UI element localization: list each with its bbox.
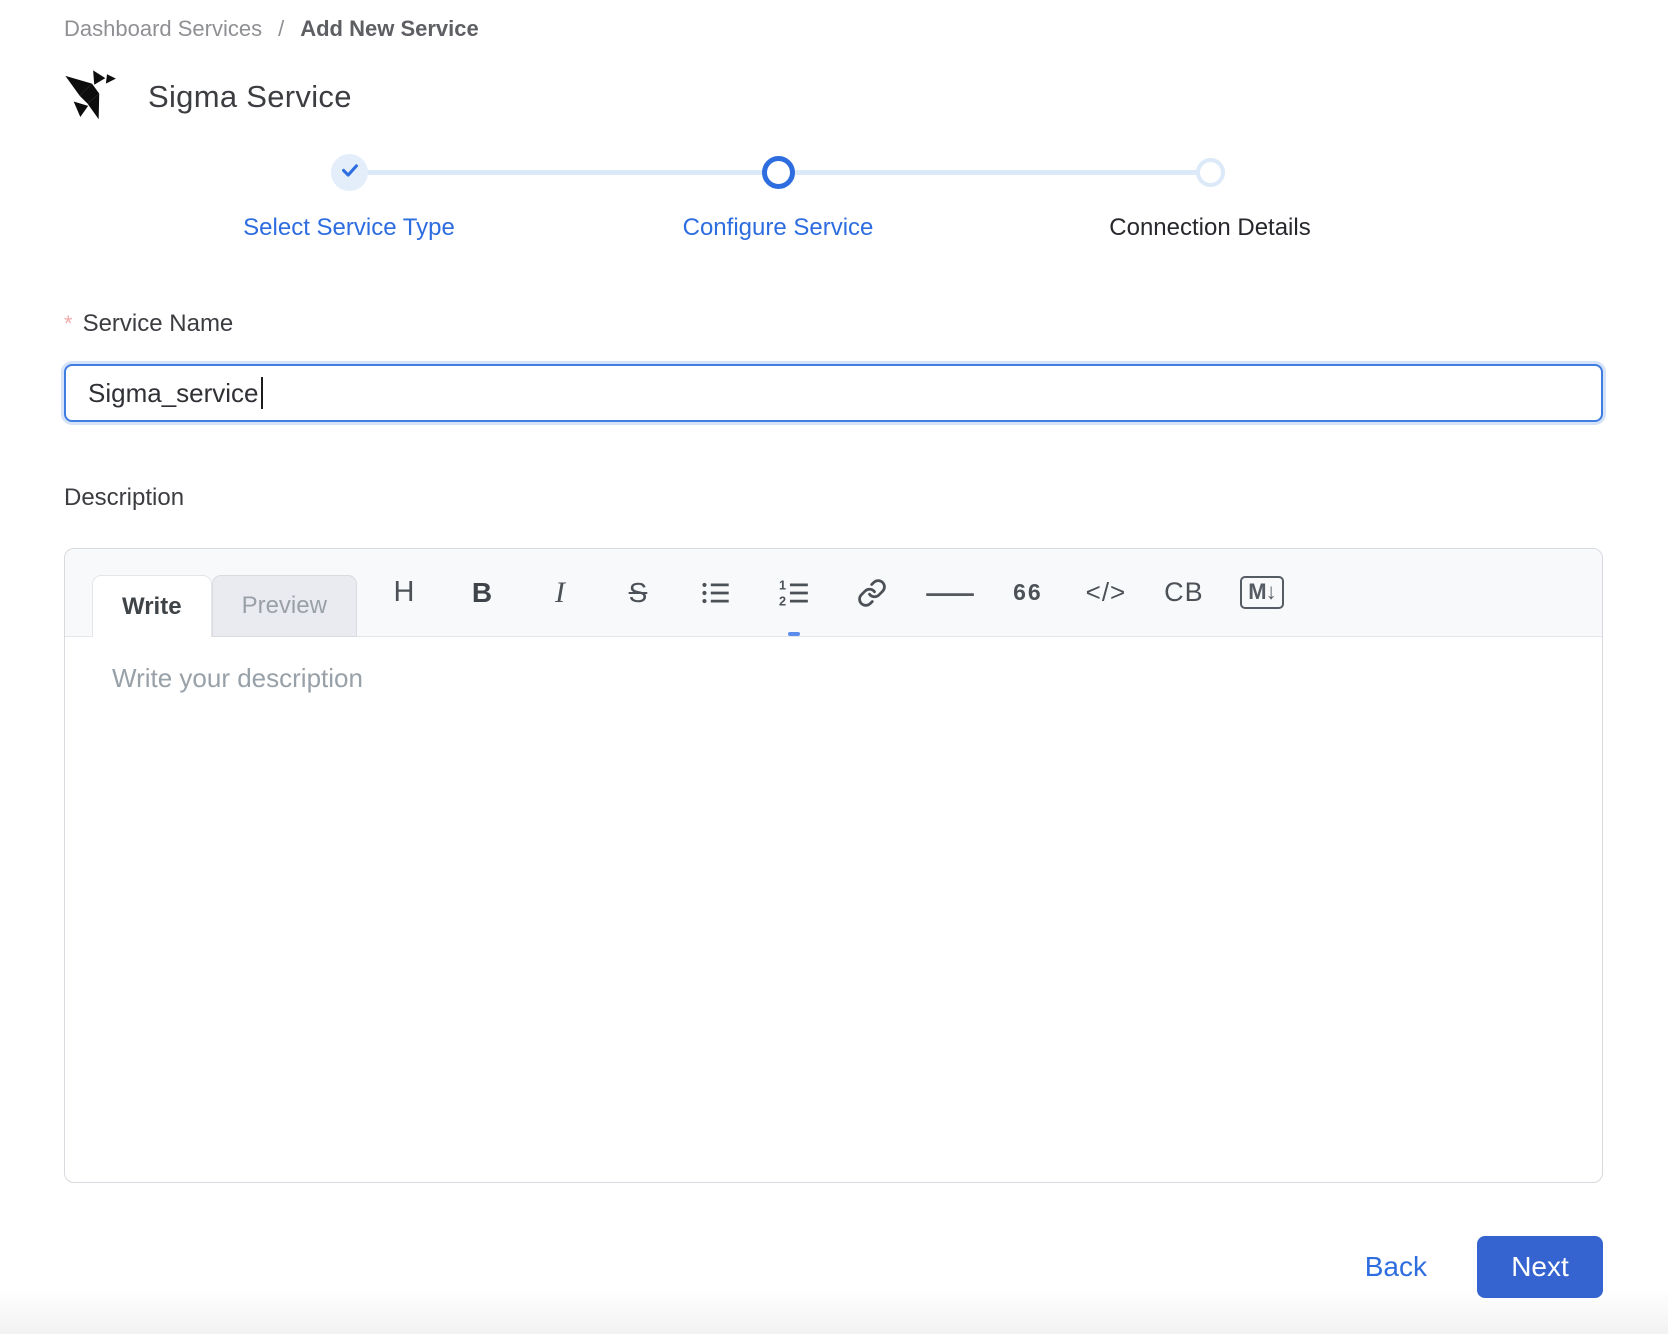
code-block-glyph: CB	[1164, 577, 1204, 608]
step-configure-service-circle[interactable]	[762, 156, 795, 189]
breadcrumb-add-new-service: Add New Service	[300, 16, 479, 42]
horizontal-rule-glyph: —	[926, 577, 974, 609]
horizontal-rule-icon[interactable]: —	[911, 567, 989, 619]
quote-glyph: 66	[1013, 579, 1043, 606]
add-new-service-page: Dashboard Services / Add New Service Sig…	[0, 0, 1668, 1298]
service-name-label: * Service Name	[64, 310, 1603, 338]
ordered-list-icon[interactable]: 1 2	[755, 567, 833, 619]
tab-preview[interactable]: Preview	[212, 575, 357, 637]
breadcrumb: Dashboard Services / Add New Service	[64, 0, 1603, 42]
service-name-label-text: Service Name	[83, 310, 234, 338]
wizard-stepper: Select Service Type Configure Service Co…	[64, 154, 1603, 258]
ordered-list-indicator	[788, 632, 800, 636]
markdown-glyph: M↓	[1240, 576, 1283, 609]
code-icon[interactable]: </>	[1067, 567, 1145, 619]
next-button[interactable]: Next	[1477, 1236, 1603, 1298]
step-connection-details-circle[interactable]	[1196, 158, 1225, 187]
required-marker: *	[64, 311, 73, 337]
italic-glyph: I	[555, 576, 565, 610]
service-header: Sigma Service	[64, 66, 1603, 128]
step-label-connection-details[interactable]: Connection Details	[1109, 214, 1310, 242]
tab-write[interactable]: Write	[92, 575, 212, 637]
link-icon[interactable]	[833, 567, 911, 619]
editor-toolbar: H B I S 1 2	[365, 533, 1301, 636]
service-name-value: Sigma_service	[88, 378, 259, 409]
code-block-icon[interactable]: CB	[1145, 567, 1223, 619]
heading-icon[interactable]: H	[365, 567, 443, 619]
italic-icon[interactable]: I	[521, 567, 599, 619]
strikethrough-icon[interactable]: S	[599, 567, 677, 619]
description-editor-content[interactable]: Write your description	[65, 637, 1602, 1182]
text-caret	[261, 377, 263, 409]
strikethrough-glyph: S	[629, 577, 648, 609]
service-name-input[interactable]: Sigma_service	[64, 364, 1603, 422]
quote-icon[interactable]: 66	[989, 567, 1067, 619]
step-select-service-type-circle[interactable]	[331, 154, 368, 191]
step-label-select-service-type[interactable]: Select Service Type	[243, 214, 455, 242]
back-button[interactable]: Back	[1365, 1251, 1427, 1283]
wizard-footer: Back Next	[64, 1236, 1603, 1298]
description-editor: Write Preview H B I S	[64, 548, 1603, 1183]
breadcrumb-dashboard-services[interactable]: Dashboard Services	[64, 16, 262, 42]
svg-text:2: 2	[779, 594, 786, 607]
heading-glyph: H	[393, 576, 414, 609]
svg-text:1: 1	[779, 578, 786, 592]
bold-icon[interactable]: B	[443, 567, 521, 619]
bullet-list-icon[interactable]	[677, 567, 755, 619]
check-icon	[339, 159, 361, 186]
markdown-icon[interactable]: M↓	[1223, 567, 1301, 619]
editor-toolbar-row: Write Preview H B I S	[65, 549, 1602, 637]
bold-glyph: B	[472, 577, 492, 609]
description-placeholder: Write your description	[112, 663, 363, 693]
page-title: Sigma Service	[148, 79, 352, 115]
code-glyph: </>	[1086, 577, 1127, 608]
origami-bird-icon	[64, 67, 120, 127]
step-label-configure-service[interactable]: Configure Service	[683, 214, 874, 242]
description-label: Description	[64, 484, 1603, 512]
breadcrumb-separator: /	[278, 16, 284, 42]
